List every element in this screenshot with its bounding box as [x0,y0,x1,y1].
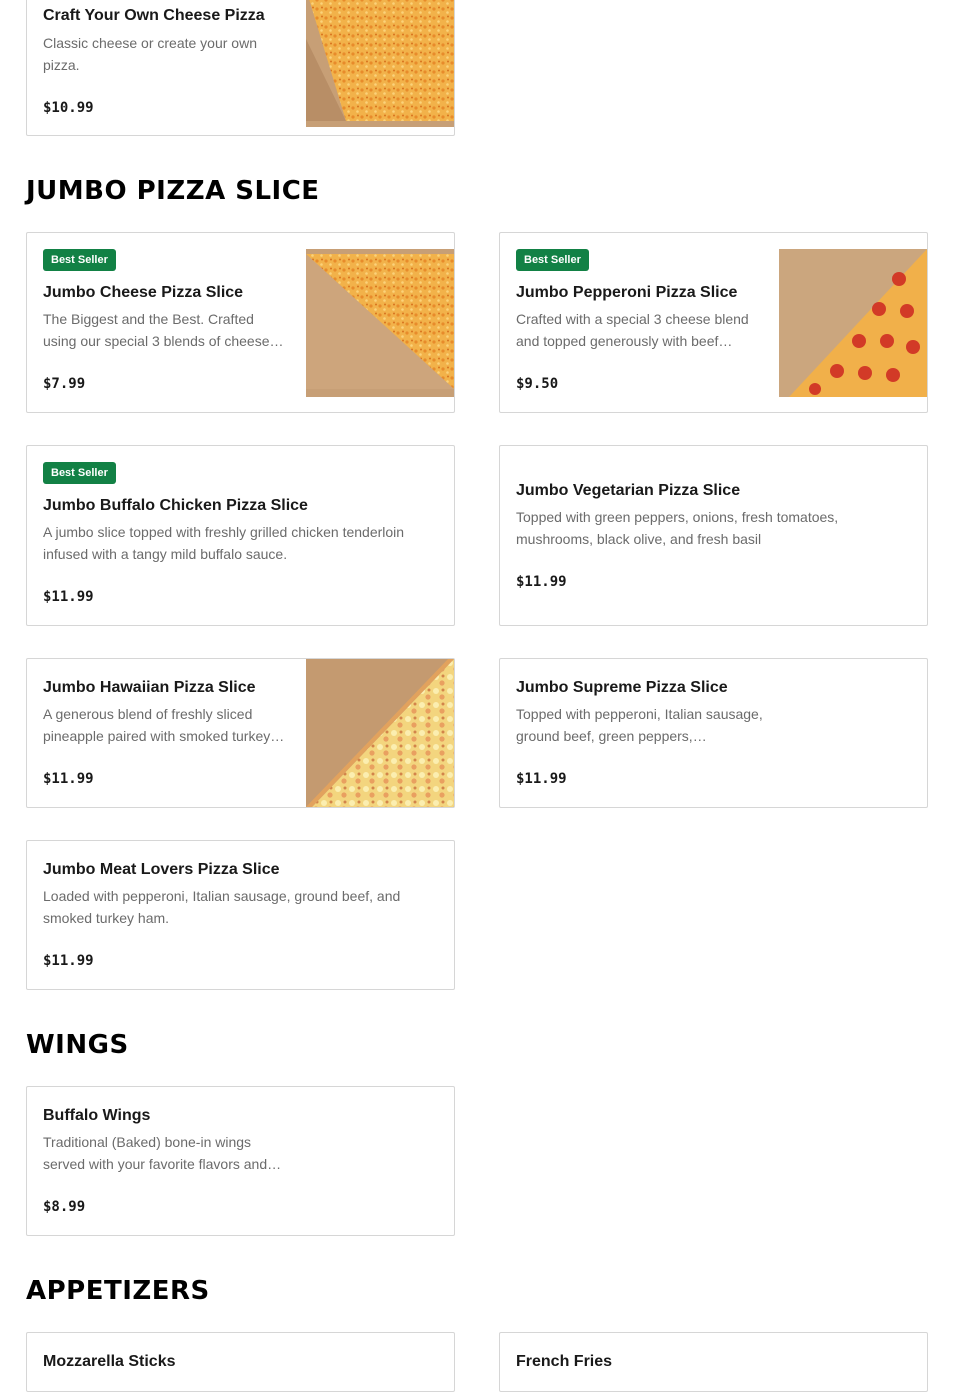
best-seller-badge: Best Seller [43,462,116,484]
menu-item-jumbo-vegetarian-pizza-slice[interactable]: Jumbo Vegetarian Pizza Slice Topped with… [499,445,928,626]
item-title: Jumbo Meat Lovers Pizza Slice [43,861,280,878]
menu-item-mozzarella-sticks[interactable]: Mozzarella Sticks [26,1332,455,1392]
item-description: Traditional (Baked) bone-in wings served… [43,1134,282,1172]
item-description: Topped with pepperoni, Italian sausage, … [516,706,763,744]
item-description: The Biggest and the Best. Crafted using … [43,311,284,349]
item-title: Jumbo Supreme Pizza Slice [516,679,728,696]
item-title: Jumbo Vegetarian Pizza Slice [516,482,741,499]
item-price: $11.99 [516,771,567,787]
item-price: $11.99 [516,574,567,590]
item-description: A jumbo slice topped with freshly grille… [43,524,405,562]
section-heading-wings: WINGS [26,1030,129,1060]
menu-item-jumbo-supreme-pizza-slice[interactable]: Jumbo Supreme Pizza Slice Topped with pe… [499,658,928,808]
menu-item-craft-your-own-cheese-pizza[interactable]: Craft Your Own Cheese Pizza Classic chee… [26,0,455,136]
cheese-pizza-slice-image [306,249,454,397]
item-price: $7.99 [43,376,86,392]
pepperoni-pizza-slice-image [779,249,927,397]
item-title: Craft Your Own Cheese Pizza [43,7,265,24]
item-description: Crafted with a special 3 cheese blend an… [516,311,749,349]
item-title: French Fries [516,1353,613,1370]
item-description: Classic cheese or create your own pizza. [43,35,257,73]
menu-item-buffalo-wings[interactable]: Buffalo Wings Traditional (Baked) bone-i… [26,1086,455,1236]
menu-item-french-fries[interactable]: French Fries [499,1332,928,1392]
menu-item-jumbo-hawaiian-pizza-slice[interactable]: Jumbo Hawaiian Pizza Slice A generous bl… [26,658,455,808]
item-title: Jumbo Buffalo Chicken Pizza Slice [43,497,308,514]
section-heading-appetizers: APPETIZERS [26,1276,210,1306]
menu-item-jumbo-cheese-pizza-slice[interactable]: Best Seller Jumbo Cheese Pizza Slice The… [26,232,455,413]
item-price: $11.99 [43,771,94,787]
best-seller-badge: Best Seller [516,249,589,271]
menu-item-jumbo-pepperoni-pizza-slice[interactable]: Best Seller Jumbo Pepperoni Pizza Slice … [499,232,928,413]
item-price: $8.99 [43,1199,86,1215]
menu-item-jumbo-meat-lovers-pizza-slice[interactable]: Jumbo Meat Lovers Pizza Slice Loaded wit… [26,840,455,990]
cheese-pizza-slice-image [306,0,454,127]
item-price: $11.99 [43,953,94,969]
item-price: $11.99 [43,589,94,605]
item-title: Buffalo Wings [43,1107,151,1124]
item-title: Jumbo Pepperoni Pizza Slice [516,284,738,301]
item-title: Jumbo Cheese Pizza Slice [43,284,244,301]
item-title: Jumbo Hawaiian Pizza Slice [43,679,256,696]
item-description: A generous blend of freshly sliced pinea… [43,706,285,744]
menu-item-jumbo-buffalo-chicken-pizza-slice[interactable]: Best Seller Jumbo Buffalo Chicken Pizza … [26,445,455,626]
item-description: Loaded with pepperoni, Italian sausage, … [43,888,401,926]
item-price: $10.99 [43,100,94,116]
item-description: Topped with green peppers, onions, fresh… [516,509,839,547]
item-title: Mozzarella Sticks [43,1353,176,1370]
best-seller-badge: Best Seller [43,249,116,271]
item-price: $9.50 [516,376,559,392]
section-heading-jumbo-pizza-slice: JUMBO PIZZA SLICE [26,176,320,206]
hawaiian-pizza-slice-image [306,659,454,807]
